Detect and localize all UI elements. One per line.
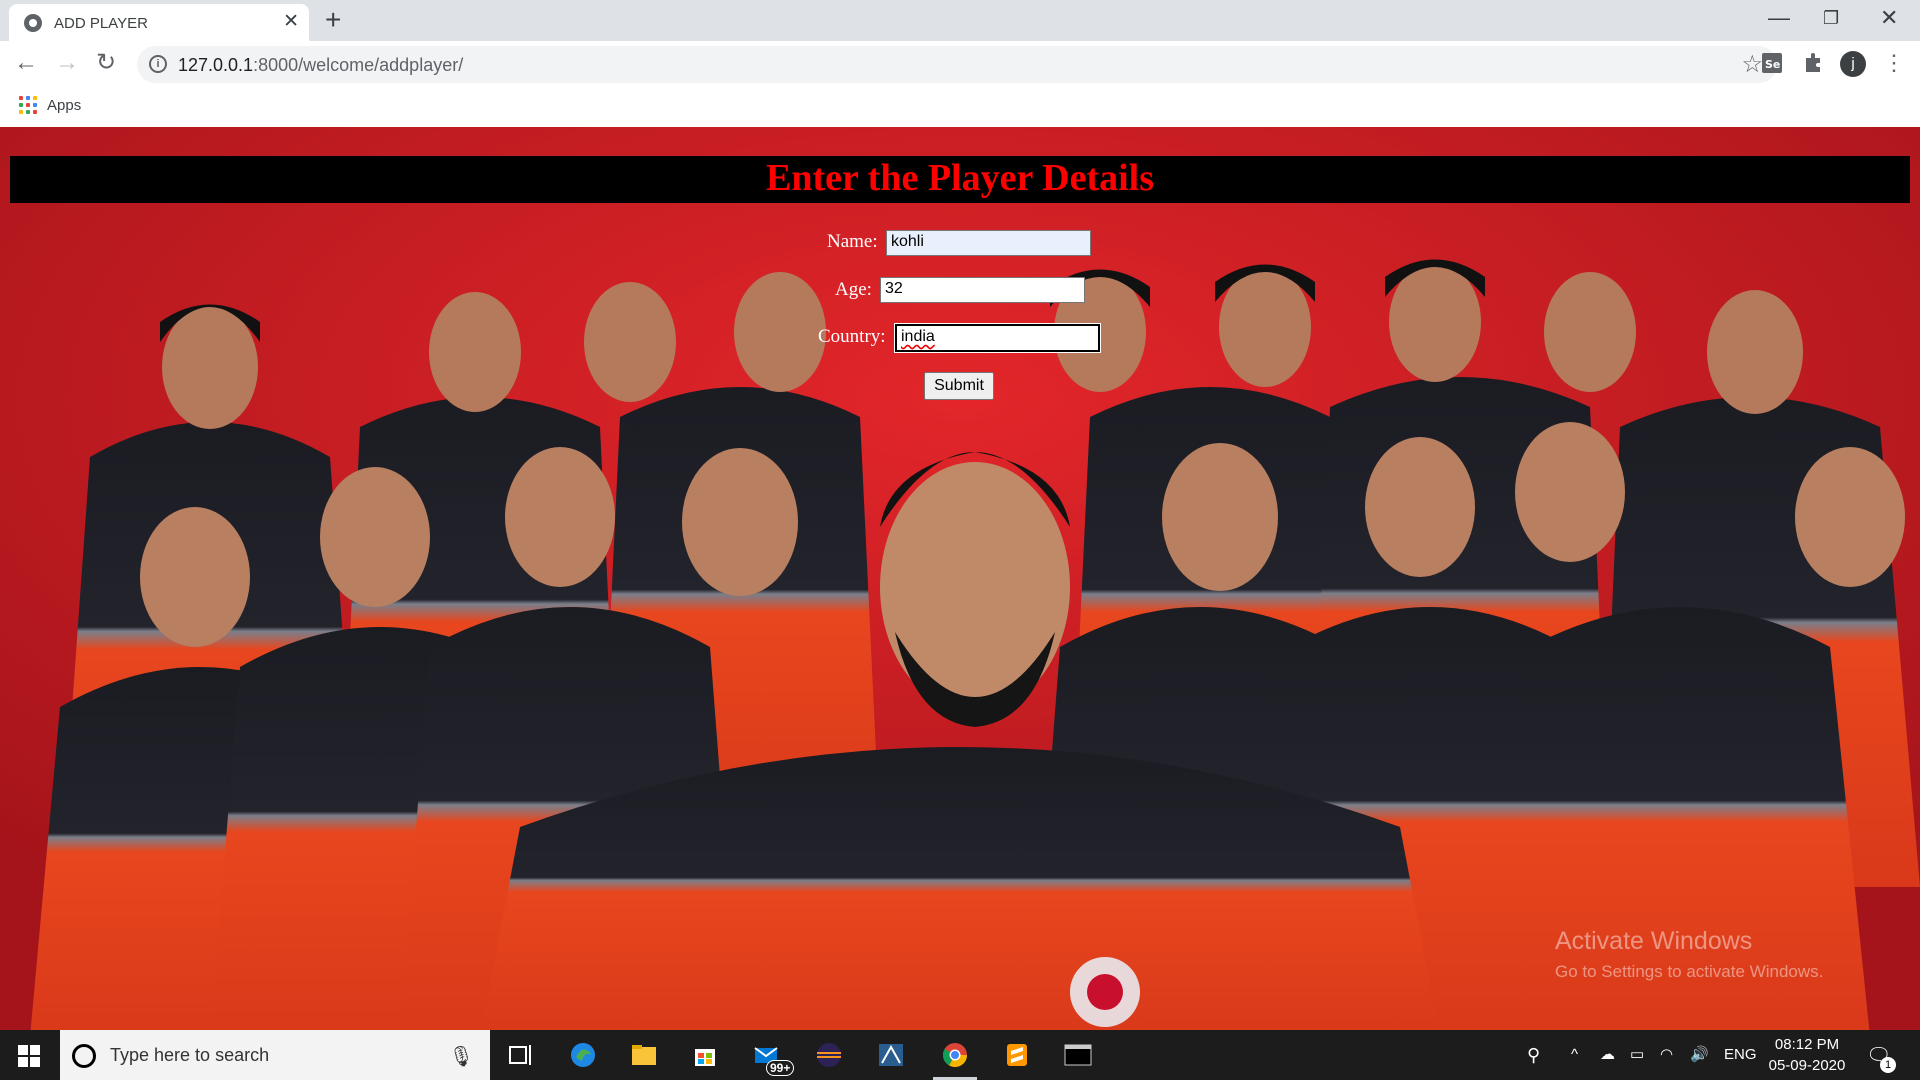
restore-button[interactable]: ❐	[1823, 3, 1839, 33]
windows-taskbar: Type here to search 🎙 99+ ⚲ ^ ☁ ▭ ◠ 🔊 EN…	[0, 1030, 1920, 1080]
sublime-text-icon[interactable]	[1002, 1041, 1032, 1069]
forward-button[interactable]: →	[55, 48, 79, 78]
submit-button[interactable]: Submit	[924, 372, 994, 400]
selenium-extension-icon[interactable]: Se	[1760, 50, 1786, 76]
mail-badge: 99+	[766, 1060, 795, 1076]
globe-icon	[24, 14, 42, 32]
microsoft-store-icon[interactable]	[690, 1041, 720, 1069]
volume-icon[interactable]: 🔊	[1690, 1045, 1709, 1065]
svg-text:Se: Se	[1765, 58, 1780, 71]
wifi-icon[interactable]: ◠	[1660, 1045, 1673, 1065]
new-tab-button[interactable]: +	[325, 6, 341, 34]
heading-bar: Enter the Player Details	[10, 156, 1910, 203]
apps-grid-icon[interactable]	[19, 96, 37, 114]
search-placeholder: Type here to search	[110, 1045, 270, 1065]
reload-button[interactable]: ↻	[96, 48, 116, 78]
browser-toolbar: ← → ↻ i 127.0.0.1:8000/welcome/addplayer…	[0, 41, 1920, 87]
onedrive-cloud-icon[interactable]: ☁	[1600, 1045, 1615, 1065]
extensions-puzzle-icon[interactable]	[1800, 50, 1826, 76]
windows-start-icon[interactable]	[18, 1045, 40, 1067]
cortana-ring-icon	[72, 1044, 96, 1068]
back-button[interactable]: ←	[14, 48, 38, 78]
url-host: 127.0.0.1	[178, 55, 254, 75]
name-input[interactable]: kohli	[886, 230, 1091, 256]
site-info-icon[interactable]: i	[149, 55, 167, 73]
activate-windows-watermark: Activate Windows Go to Settings to activ…	[1555, 927, 1823, 982]
url-text: 127.0.0.1:8000/welcome/addplayer/	[178, 55, 463, 76]
python-idle-icon[interactable]	[876, 1041, 906, 1069]
page-viewport: Enter the Player Details Name: kohli Age…	[0, 127, 1920, 1030]
country-label: Country:	[818, 326, 886, 347]
apps-bookmark-label[interactable]: Apps	[47, 97, 81, 114]
page-heading: Enter the Player Details	[765, 157, 1154, 199]
team-photo-background	[0, 127, 1920, 1030]
address-bar[interactable]: i 127.0.0.1:8000/welcome/addplayer/ ☆	[137, 46, 1777, 83]
tab-strip: ADD PLAYER ✕ + — ❐ ✕	[0, 0, 1920, 41]
minimize-button[interactable]: —	[1768, 3, 1790, 33]
people-icon[interactable]: ⚲	[1527, 1045, 1540, 1065]
browser-window: ADD PLAYER ✕ + — ❐ ✕ ← → ↻ i 127.0.0.1:8…	[0, 0, 1920, 127]
watermark-subtitle: Go to Settings to activate Windows.	[1555, 962, 1824, 981]
file-explorer-icon[interactable]	[629, 1041, 659, 1069]
edge-browser-icon[interactable]	[568, 1041, 598, 1069]
tab-add-player[interactable]: ADD PLAYER ✕	[9, 4, 309, 41]
country-input[interactable]: india	[894, 323, 1101, 353]
microphone-icon[interactable]: 🎙	[449, 1044, 474, 1069]
age-input[interactable]: 32	[880, 277, 1085, 303]
age-input-value: 32	[885, 280, 903, 297]
profile-avatar[interactable]: j	[1840, 51, 1866, 77]
language-indicator[interactable]: ENG	[1724, 1045, 1757, 1065]
tab-title: ADD PLAYER	[54, 15, 148, 32]
system-clock[interactable]: 08:12 PM 05-09-2020	[1762, 1034, 1852, 1076]
command-prompt-icon[interactable]	[1063, 1041, 1093, 1069]
url-path: :8000/welcome/addplayer/	[253, 55, 464, 75]
eclipse-ide-icon[interactable]	[814, 1041, 844, 1069]
close-window-button[interactable]: ✕	[1880, 3, 1898, 33]
taskbar-search-box[interactable]: Type here to search 🎙	[60, 1030, 490, 1080]
age-label: Age:	[835, 279, 872, 300]
watermark-title: Activate Windows	[1555, 927, 1753, 955]
battery-icon[interactable]: ▭	[1630, 1045, 1644, 1065]
task-view-icon[interactable]	[506, 1041, 536, 1069]
clock-time: 08:12 PM	[1774, 1036, 1840, 1053]
notification-count-badge: 1	[1880, 1057, 1896, 1073]
clock-date: 05-09-2020	[1768, 1057, 1846, 1074]
show-hidden-icons-chevron[interactable]: ^	[1571, 1045, 1578, 1065]
close-tab-icon[interactable]: ✕	[283, 12, 299, 32]
name-label: Name:	[827, 231, 878, 252]
country-input-value: india	[901, 328, 935, 345]
bookmarks-bar	[0, 87, 1920, 127]
menu-kebab-icon[interactable]: ⋮	[1883, 48, 1905, 78]
name-input-value: kohli	[891, 233, 924, 250]
chrome-icon[interactable]	[940, 1041, 970, 1069]
